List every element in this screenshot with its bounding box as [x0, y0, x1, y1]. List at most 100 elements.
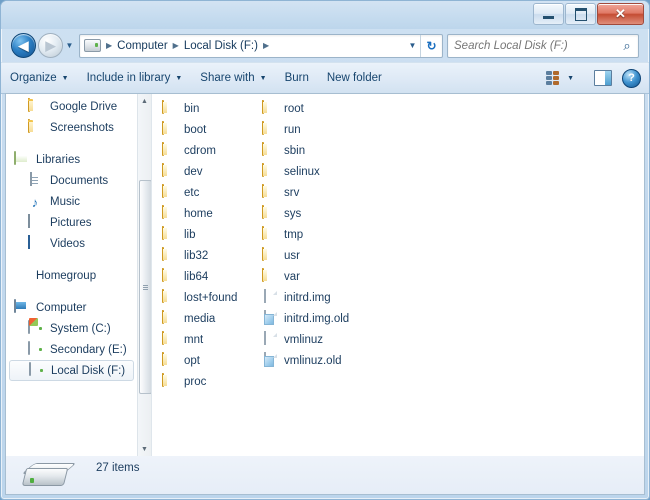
file-item[interactable]: lib32: [162, 245, 262, 266]
organize-button[interactable]: Organize ▼: [1, 67, 78, 89]
file-item[interactable]: usr: [262, 245, 362, 266]
sidebar-item-homegroup[interactable]: Homegroup: [6, 265, 138, 286]
back-arrow-icon: ◀: [18, 38, 29, 53]
file-item[interactable]: etc: [162, 182, 262, 203]
breadcrumb-item-local-disk[interactable]: Local Disk (F:): [182, 38, 260, 54]
file-icon: [262, 352, 278, 368]
burn-button[interactable]: Burn: [276, 67, 318, 89]
sidebar-item-secondary-e[interactable]: Secondary (E:): [6, 339, 138, 360]
file-icon-glyph: [264, 352, 266, 366]
file-grid: bin boot cdrom dev etc home lib lib32 lib64 lost+…: [162, 98, 644, 402]
file-item[interactable]: cdrom: [162, 140, 262, 161]
file-item[interactable]: lost+found: [162, 287, 262, 308]
navigation-scrollbar[interactable]: ▲ ▼: [137, 94, 151, 456]
include-in-library-button[interactable]: Include in library ▼: [78, 67, 192, 89]
preview-pane-icon[interactable]: [594, 70, 612, 86]
file-item[interactable]: srv: [262, 182, 362, 203]
file-item[interactable]: boot: [162, 119, 262, 140]
scroll-down-icon[interactable]: ▼: [138, 442, 151, 456]
share-with-button[interactable]: Share with ▼: [191, 67, 275, 89]
folder-icon-glyph: [162, 121, 164, 135]
change-view-icon[interactable]: [546, 71, 561, 85]
file-item[interactable]: root: [262, 98, 362, 119]
address-bar[interactable]: ▶ Computer ▶ Local Disk (F:) ▶ ▼ ↻: [79, 33, 443, 58]
navigation-list: Google Drive Screenshots Libraries Document…: [6, 94, 138, 381]
file-item[interactable]: lib: [162, 224, 262, 245]
sidebar-item-music[interactable]: ♪ Music: [6, 191, 138, 212]
picture-icon-glyph: [28, 214, 30, 228]
sidebar-item-documents[interactable]: Documents: [6, 170, 138, 191]
new-folder-button[interactable]: New folder: [318, 67, 391, 89]
search-input[interactable]: [448, 38, 616, 53]
sidebar-item-label: Screenshots: [50, 121, 114, 134]
file-list-pane[interactable]: bin boot cdrom dev etc home lib lib32 lib64 lost+…: [152, 94, 644, 456]
file-item[interactable]: sbin: [262, 140, 362, 161]
folder-icon-glyph: [262, 100, 264, 114]
library-icon-glyph: [14, 151, 16, 165]
folder-icon-glyph: [162, 184, 164, 198]
sidebar-item-videos[interactable]: Videos: [6, 233, 138, 254]
help-icon[interactable]: ?: [622, 68, 641, 88]
scrollbar-thumb[interactable]: [139, 180, 151, 394]
chevron-down-icon[interactable]: ▼: [561, 75, 584, 82]
close-button[interactable]: ✕: [597, 3, 644, 25]
search-icon[interactable]: ⌕: [616, 38, 638, 54]
file-item-label: srv: [284, 186, 300, 199]
breadcrumb-separator[interactable]: ▶: [260, 41, 272, 50]
minimize-button[interactable]: [533, 3, 564, 25]
file-item[interactable]: sys: [262, 203, 362, 224]
sidebar-item-google-drive[interactable]: Google Drive: [6, 96, 138, 117]
sidebar-item-computer[interactable]: Computer: [6, 297, 138, 318]
address-dropdown-button[interactable]: ▼: [405, 36, 420, 56]
folder-icon: [162, 373, 178, 389]
file-icon-glyph: [264, 331, 266, 345]
file-item[interactable]: initrd.img.old: [262, 308, 362, 329]
file-item[interactable]: initrd.img: [262, 287, 362, 308]
file-item-label: run: [284, 123, 301, 136]
breadcrumb-separator: ▶: [172, 41, 179, 50]
sidebar-item-label: Videos: [50, 237, 85, 250]
file-item[interactable]: proc: [162, 371, 262, 392]
sidebar-item-local-disk-f[interactable]: Local Disk (F:): [9, 360, 134, 381]
folder-icon-glyph: [262, 142, 264, 156]
drive-icon-glyph: [28, 341, 30, 355]
file-icon: [262, 289, 278, 305]
folder-icon-glyph: [162, 352, 164, 366]
file-item[interactable]: selinux: [262, 161, 362, 182]
file-item-label: vmlinuz: [284, 333, 323, 346]
file-item[interactable]: tmp: [262, 224, 362, 245]
file-item[interactable]: opt: [162, 350, 262, 371]
maximize-button[interactable]: [565, 3, 596, 25]
folder-icon: [28, 119, 44, 135]
folder-icon-glyph: [262, 205, 264, 219]
file-item[interactable]: var: [262, 266, 362, 287]
sidebar-item-screenshots[interactable]: Screenshots: [6, 117, 138, 138]
file-item[interactable]: media: [162, 308, 262, 329]
drive-icon: [18, 458, 77, 492]
file-item[interactable]: mnt: [162, 329, 262, 350]
file-item-label: home: [184, 207, 213, 220]
system-drive-icon: [28, 320, 44, 336]
file-item[interactable]: bin: [162, 98, 262, 119]
sidebar-item-libraries[interactable]: Libraries: [6, 149, 138, 170]
folder-icon-glyph: [162, 205, 164, 219]
recent-pages-button[interactable]: ▼: [63, 34, 76, 57]
folder-icon-glyph: [162, 310, 164, 324]
sidebar-item-pictures[interactable]: Pictures: [6, 212, 138, 233]
file-item-label: selinux: [284, 165, 320, 178]
file-item[interactable]: lib64: [162, 266, 262, 287]
file-item[interactable]: vmlinuz.old: [262, 350, 362, 371]
file-item[interactable]: home: [162, 203, 262, 224]
file-item[interactable]: dev: [162, 161, 262, 182]
file-item[interactable]: vmlinuz: [262, 329, 362, 350]
scroll-up-icon[interactable]: ▲: [138, 94, 151, 108]
folder-icon: [262, 268, 278, 284]
back-button[interactable]: ◀: [11, 33, 36, 58]
search-box[interactable]: ⌕: [447, 33, 639, 58]
refresh-button[interactable]: ↻: [420, 34, 442, 57]
breadcrumb-item-computer[interactable]: Computer: [115, 38, 170, 54]
file-item[interactable]: run: [262, 119, 362, 140]
sidebar-item-system-c[interactable]: System (C:): [6, 318, 138, 339]
forward-button[interactable]: ▶: [38, 33, 63, 58]
